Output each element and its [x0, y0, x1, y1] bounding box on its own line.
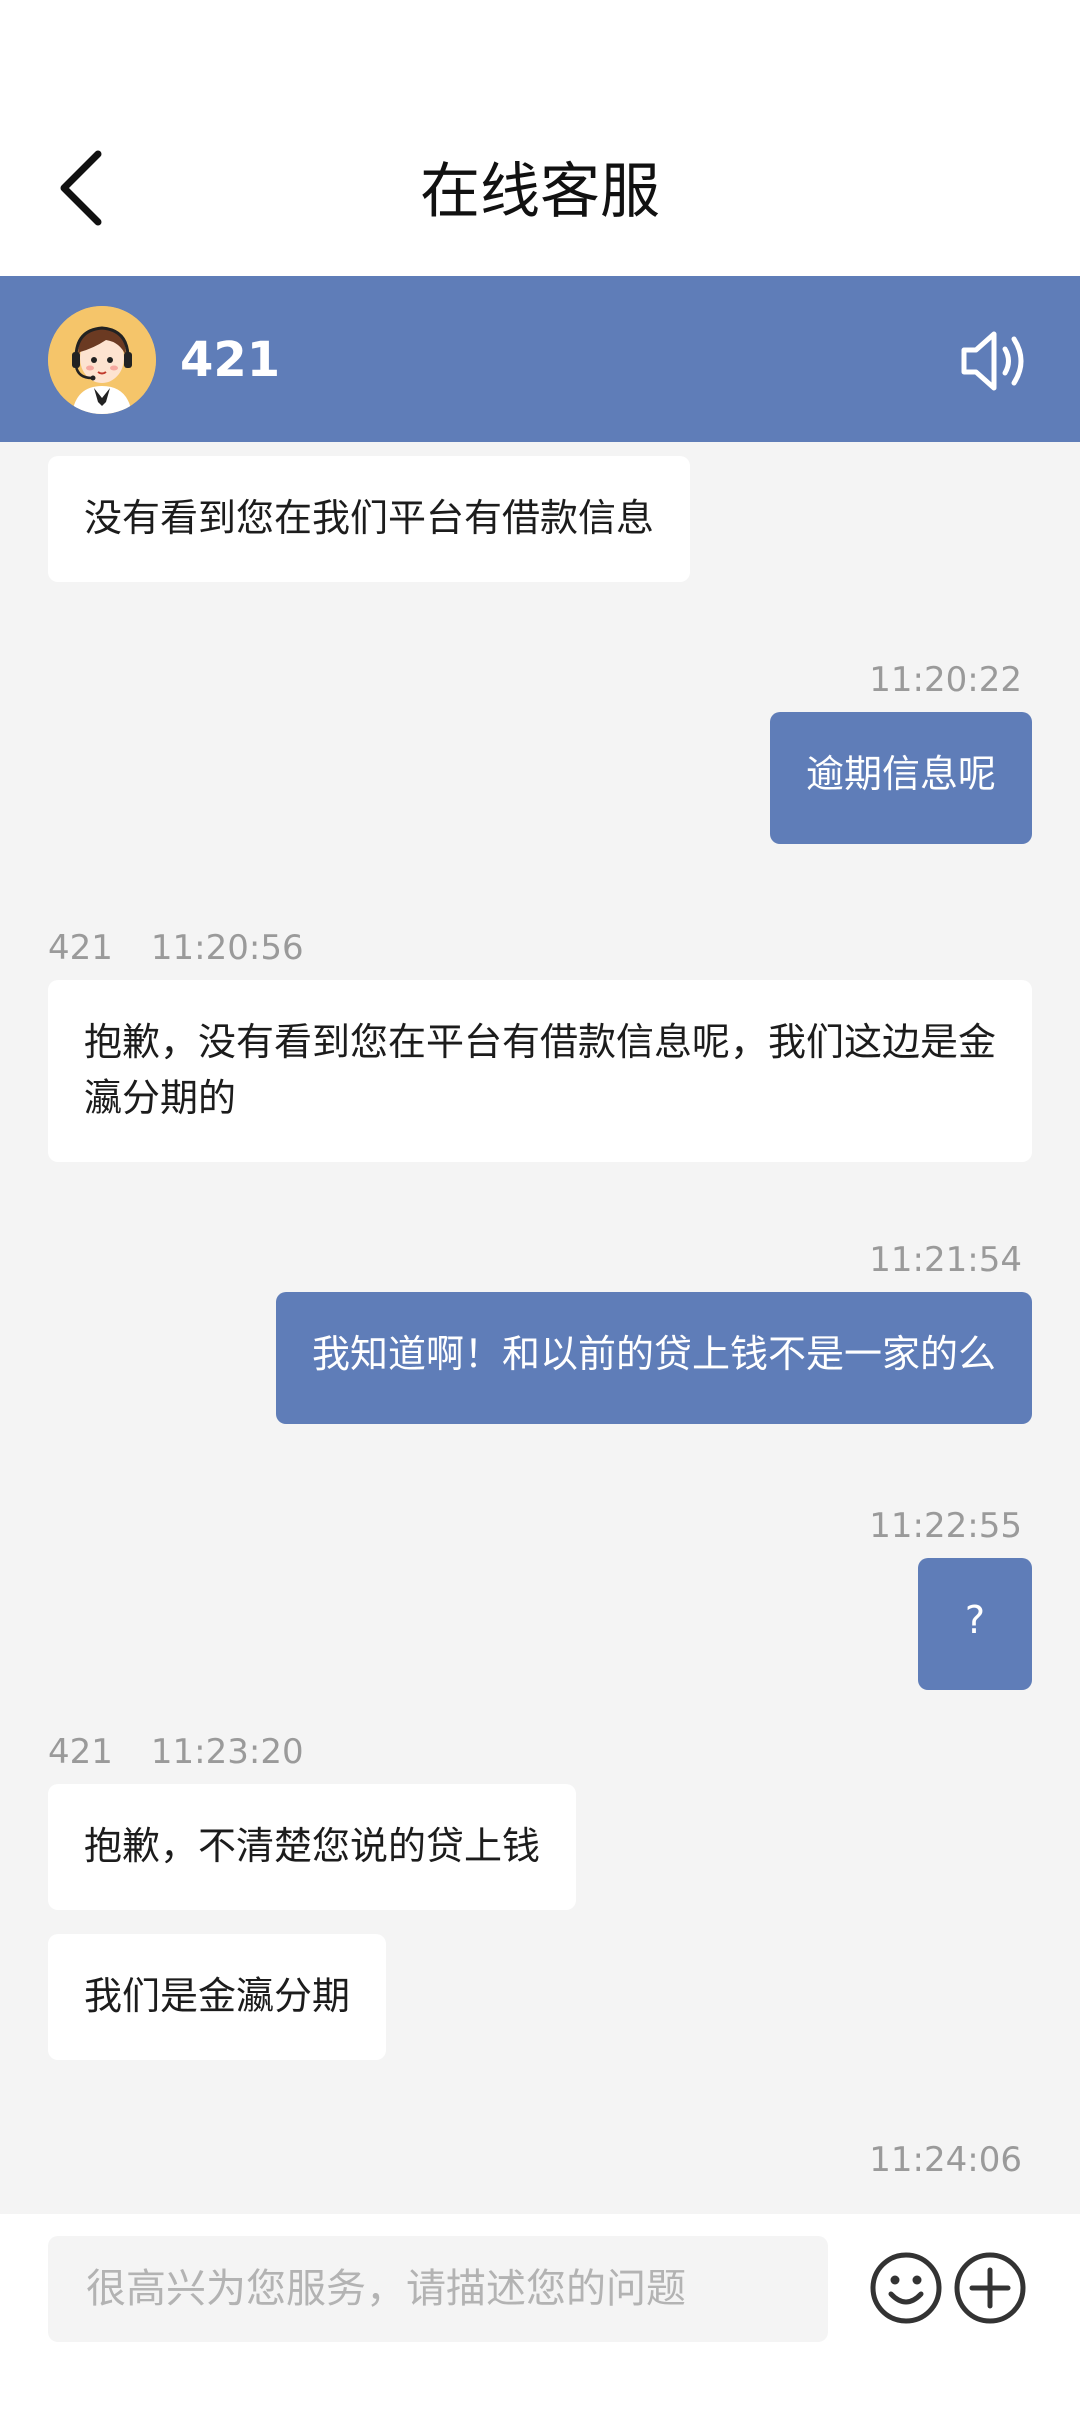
agent-message-meta: 421 11:23:20 [48, 1730, 342, 1774]
sound-toggle-button[interactable] [958, 326, 1034, 396]
plus-circle-icon [954, 2252, 1026, 2324]
page-title: 在线客服 [420, 157, 660, 227]
agent-bar [0, 276, 1080, 442]
message-timestamp: 11:20:22 [869, 660, 1022, 700]
top-bar: 在线客服 [0, 0, 1080, 276]
more-button[interactable] [952, 2250, 1028, 2326]
speaker-icon [961, 331, 1024, 391]
agent-message-meta: 421 11:20:56 [48, 926, 342, 970]
emoji-icon [870, 2252, 942, 2324]
agent-name: 421 [180, 332, 281, 388]
support-agent-avatar [48, 306, 156, 414]
agent-message: 我们是金瀛分期 [48, 1934, 387, 2060]
agent-message: 没有看到您在我们平台有借款信息 [48, 456, 691, 582]
agent-message: 抱歉，不清楚您说的贷上钱 [48, 1784, 577, 1910]
user-message: ? [918, 1558, 1032, 1690]
user-message: 我知道啊！和以前的贷上钱不是一家的么 [275, 1292, 1032, 1424]
message-timestamp: 11:22:55 [869, 1506, 1022, 1546]
sender-name: 421 [48, 1732, 113, 1772]
chat-area[interactable]: 没有看到您在我们平台有借款信息 11:20:22 逾期信息呢 421 11:20:… [0, 442, 1080, 2214]
agent-message: 抱歉，没有看到您在平台有借款信息呢，我们这边是金瀛分期的 [48, 980, 1032, 1162]
user-message: 逾期信息呢 [769, 712, 1032, 844]
emoji-button[interactable] [868, 2250, 944, 2326]
message-timestamp: 11:23:20 [150, 1732, 304, 1772]
sender-name: 421 [48, 928, 113, 968]
message-timestamp: 11:20:56 [150, 928, 304, 968]
message-timestamp: 11:24:06 [869, 2140, 1022, 2180]
message-input[interactable] [48, 2236, 828, 2342]
message-timestamp: 11:21:54 [869, 1240, 1022, 1280]
agent-avatar [48, 306, 156, 414]
